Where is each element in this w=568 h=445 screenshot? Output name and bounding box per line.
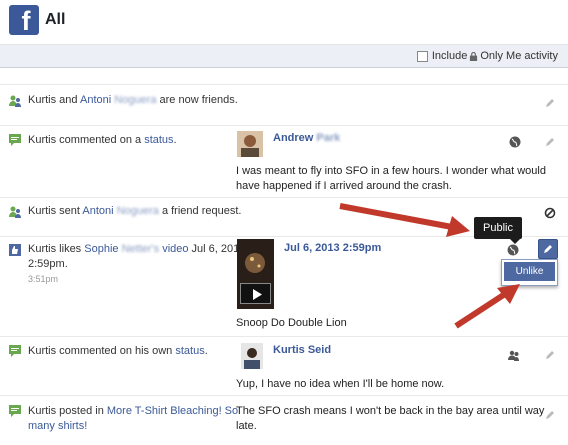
activity-timestamp[interactable]: 3:51pm [28,272,245,287]
edit-pencil-icon[interactable] [544,409,556,421]
text-fragment: . [204,345,208,357]
preview-text: The SFO crash means I won't be back in t… [236,404,544,434]
text-fragment: a friend request. [158,205,242,217]
audience-tooltip: Public [474,217,522,244]
edit-pencil-icon[interactable] [544,136,556,148]
redacted-name: Park [316,132,341,144]
page-title: All [45,11,66,28]
actor-name: Kurtis [28,134,57,146]
row-description: Kurtis commented on a status. [28,133,177,148]
preview-line: I was meant to fly into SFO in a few hou… [236,165,546,177]
redacted-name: Netter's [121,243,160,255]
filter-label-before: Include [431,50,468,62]
actor-name: Kurtis [28,205,57,217]
group-link-continued[interactable]: many shirts! [28,420,87,432]
row-description: Kurtis posted in More T-Shirt Bleaching!… [28,404,238,434]
redacted-name: Noguera [114,94,157,106]
only-me-checkbox[interactable] [416,50,428,62]
activity-row: Kurtis commented on a status. Andrew Par… [0,125,568,197]
avatar[interactable] [237,131,263,157]
comment-icon [9,134,21,146]
text-fragment: and [56,94,80,106]
activity-row: Kurtis commented on his own status. Kurt… [0,336,568,395]
video-thumbnail[interactable] [237,239,274,309]
preview-author[interactable]: Kurtis Seid [273,344,331,356]
preview-line: The SFO crash means I won't be back in t… [236,405,545,417]
friend-link[interactable]: Antoni [80,94,111,106]
video-caption: Snoop Do Double Lion [236,317,347,329]
text-fragment: commented on a [56,134,145,146]
globe-icon[interactable] [507,244,519,256]
text-fragment: sent [56,205,83,217]
friends-icon [9,206,21,218]
preview-line: have happened if I arrived around the cr… [236,180,452,192]
edit-pencil-icon[interactable] [544,349,556,361]
preview-text: Yup, I have no idea when I'll be home no… [236,378,445,390]
preview-author[interactable]: Andrew Park [273,132,340,144]
avatar[interactable] [241,343,263,369]
description-line: Kurtis posted in More T-Shirt Bleaching!… [28,404,238,419]
edit-menu-button[interactable] [538,239,558,259]
play-icon [253,289,262,300]
actor-name: Kurtis [28,405,57,417]
activity-row: Kurtis and Antoni Noguera are now friend… [0,84,568,125]
video-link[interactable]: video [162,243,188,255]
pencil-icon [544,245,552,253]
edit-dropdown-menu: Unlike [501,259,558,286]
text-fragment: are now friends. [156,94,238,106]
comment-icon [9,345,21,357]
text-fragment: likes [56,243,85,255]
preview-date-link[interactable]: Jul 6, 2013 2:59pm [284,242,381,254]
actor-name: Kurtis [28,94,57,106]
actor-name: Kurtis [28,243,57,255]
like-icon [9,244,21,256]
comment-icon [9,405,21,417]
text-fragment: . [173,134,177,146]
friend-link[interactable]: Antoni [82,205,113,217]
preview-text: I was meant to fly into SFO in a few hou… [236,164,546,194]
row-description: Kurtis likes Sophie Netter's video Jul 6… [28,242,245,287]
filter-bar: Include Only Me activity [0,45,568,68]
filter-label-after: Only Me activity [480,50,558,62]
group-link[interactable]: More T-Shirt Bleaching! So [107,405,238,417]
text-fragment: posted in [56,405,107,417]
page-header: f All [0,0,568,45]
row-description: Kurtis and Antoni Noguera are now friend… [28,93,238,108]
status-link[interactable]: status [144,134,173,146]
row-description: Kurtis commented on his own status. [28,344,208,359]
status-link[interactable]: status [175,345,204,357]
only-me-filter[interactable]: Include Only Me activity [416,50,558,62]
play-button[interactable] [240,283,271,304]
text-fragment: commented on his own [56,345,176,357]
row-description: Kurtis sent Antoni Noguera a friend requ… [28,204,241,219]
description-line: 2:59pm. [28,258,68,270]
preview-line: late. [236,420,257,432]
friends-icon [9,95,21,107]
actor-name: Kurtis [28,345,57,357]
redacted-name: Noguera [116,205,159,217]
friend-link[interactable]: Sophie [84,243,118,255]
facebook-logo[interactable]: f [9,5,39,36]
blocked-icon[interactable] [544,207,556,219]
author-first-name[interactable]: Andrew [273,132,313,144]
friends-audience-icon[interactable] [508,349,520,361]
description-line: many shirts! [28,419,238,434]
lock-icon [470,51,478,61]
globe-icon[interactable] [509,136,521,148]
edit-pencil-icon[interactable] [544,97,556,109]
description-line: Kurtis likes Sophie Netter's video Jul 6… [28,242,245,257]
activity-row: Kurtis posted in More T-Shirt Bleaching!… [0,395,568,445]
unlike-menu-item[interactable]: Unlike [504,262,555,281]
